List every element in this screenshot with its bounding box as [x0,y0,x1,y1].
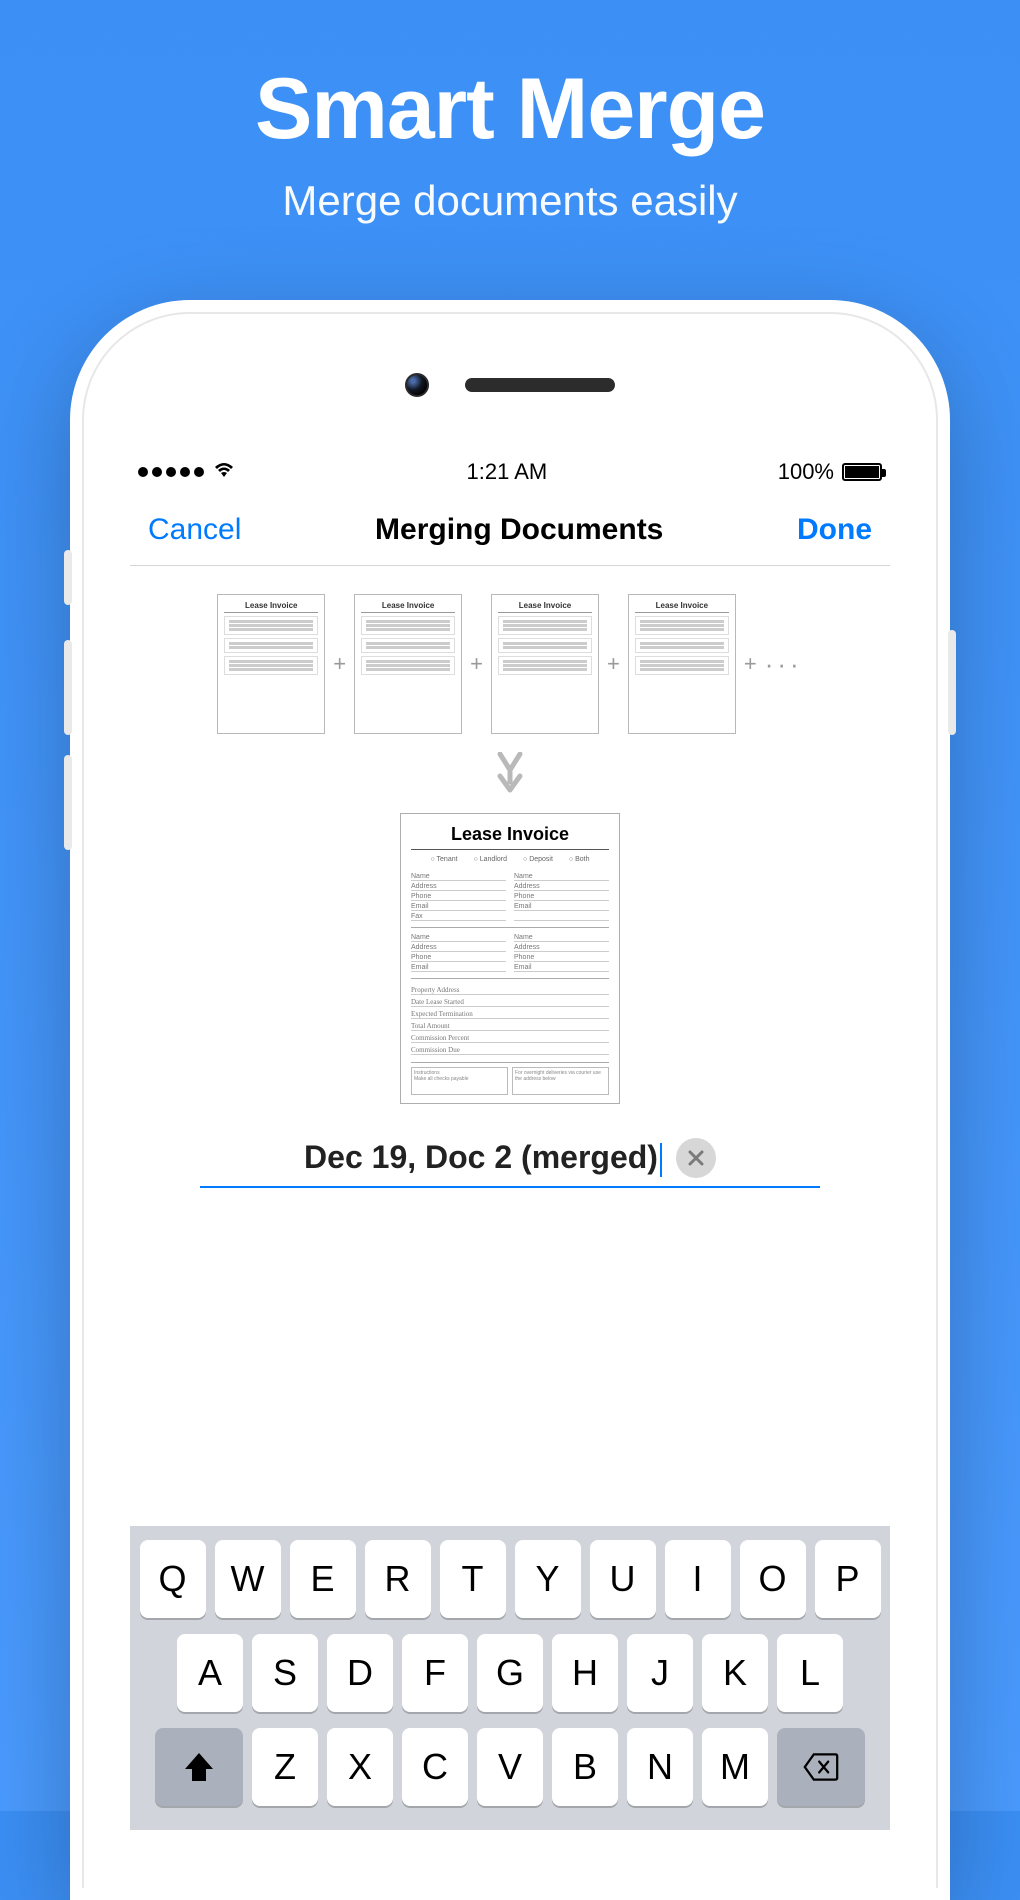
keyboard: QWERTYUIOP ASDFGHJKL ZXCVBNM [130,1526,890,1830]
done-button[interactable]: Done [797,513,872,547]
hero-title: Smart Merge [0,60,1020,159]
key-i[interactable]: I [665,1540,731,1618]
wifi-icon [212,459,236,485]
key-q[interactable]: Q [140,1540,206,1618]
navigation-bar: Cancel Merging Documents Done [130,494,890,566]
key-v[interactable]: V [477,1728,543,1806]
key-u[interactable]: U [590,1540,656,1618]
key-t[interactable]: T [440,1540,506,1618]
key-l[interactable]: L [777,1634,843,1712]
status-time: 1:21 AM [467,459,548,485]
source-documents-row: Lease Invoice + Lease Invoice + Lease In… [130,566,890,734]
key-s[interactable]: S [252,1634,318,1712]
more-documents-icon[interactable]: ··· [765,649,803,680]
key-x[interactable]: X [327,1728,393,1806]
phone-power-button [948,630,956,735]
key-d[interactable]: D [327,1634,393,1712]
key-y[interactable]: Y [515,1540,581,1618]
rename-field-container: Dec 19, Doc 2 (merged) [200,1138,820,1188]
source-thumbnail[interactable]: Lease Invoice [354,594,462,734]
plus-icon: + [333,651,346,677]
plus-icon: + [470,651,483,677]
key-a[interactable]: A [177,1634,243,1712]
battery-percent: 100% [778,459,834,485]
key-w[interactable]: W [215,1540,281,1618]
key-o[interactable]: O [740,1540,806,1618]
phone-volume-up [64,640,72,735]
filename-input[interactable]: Dec 19, Doc 2 (merged) [304,1139,662,1177]
source-thumbnail[interactable]: Lease Invoice [217,594,325,734]
key-r[interactable]: R [365,1540,431,1618]
front-camera-icon [405,373,429,397]
key-n[interactable]: N [627,1728,693,1806]
signal-dots-icon [138,467,204,477]
document-options: TenantLandlordDepositBoth [411,856,609,863]
battery-icon [842,463,882,481]
phone-mute-switch [64,550,72,605]
backspace-key[interactable] [777,1728,865,1806]
key-b[interactable]: B [552,1728,618,1806]
clear-text-button[interactable] [676,1138,716,1178]
text-cursor-icon [660,1143,662,1177]
key-z[interactable]: Z [252,1728,318,1806]
key-g[interactable]: G [477,1634,543,1712]
key-e[interactable]: E [290,1540,356,1618]
source-thumbnail[interactable]: Lease Invoice [491,594,599,734]
shift-key[interactable] [155,1728,243,1806]
phone-volume-down [64,755,72,850]
status-bar: 1:21 AM 100% [130,450,890,494]
cancel-button[interactable]: Cancel [148,513,241,547]
app-screen: 1:21 AM 100% Cancel Merging Documents Do… [130,450,890,1830]
key-k[interactable]: K [702,1634,768,1712]
phone-sensor-bar [84,350,936,420]
source-thumbnail[interactable]: Lease Invoice [628,594,736,734]
plus-icon: + [607,651,620,677]
key-j[interactable]: J [627,1634,693,1712]
marketing-hero: Smart Merge Merge documents easily [0,0,1020,225]
key-h[interactable]: H [552,1634,618,1712]
key-m[interactable]: M [702,1728,768,1806]
hero-subtitle: Merge documents easily [0,177,1020,225]
speaker-grille-icon [465,378,615,392]
plus-icon: + [744,651,757,677]
close-icon [687,1149,705,1167]
merge-arrow-icon [130,752,890,801]
page-title: Merging Documents [375,513,663,547]
document-title: Lease Invoice [411,824,609,850]
merged-document-preview[interactable]: Lease Invoice TenantLandlordDepositBoth … [400,813,620,1104]
key-f[interactable]: F [402,1634,468,1712]
key-p[interactable]: P [815,1540,881,1618]
phone-frame: 1:21 AM 100% Cancel Merging Documents Do… [70,300,950,1900]
key-c[interactable]: C [402,1728,468,1806]
